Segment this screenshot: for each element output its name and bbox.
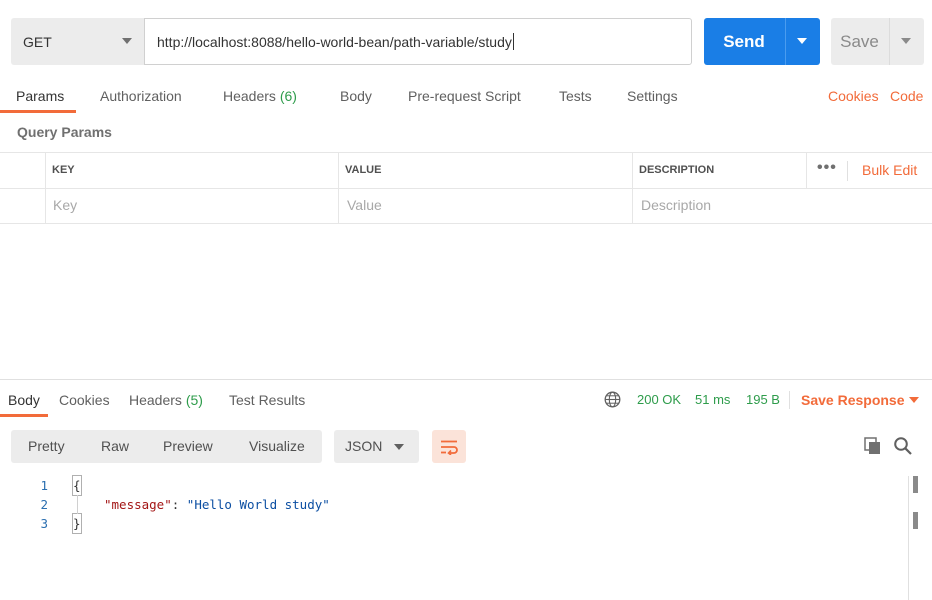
tab-params[interactable]: Params bbox=[0, 80, 77, 113]
request-bar: GET http://localhost:8088/hello-world-be… bbox=[11, 18, 924, 65]
save-response-chevron-icon[interactable] bbox=[909, 397, 919, 403]
tab-prerequest-label: Pre-request Script bbox=[408, 88, 521, 104]
tab-body-label: Body bbox=[340, 88, 372, 104]
query-params-title: Query Params bbox=[17, 124, 112, 140]
save-button[interactable]: Save bbox=[831, 18, 924, 65]
code-line: 1 { bbox=[0, 475, 900, 496]
column-header-key: KEY bbox=[52, 164, 75, 176]
scrollbar-marker bbox=[913, 512, 918, 529]
code-line: 2 "message": "Hello World study" bbox=[0, 495, 900, 514]
editor-scrollbar-track[interactable] bbox=[908, 476, 909, 600]
tab-authorization[interactable]: Authorization bbox=[100, 80, 182, 112]
response-time[interactable]: 51 ms bbox=[695, 384, 730, 416]
tab-prerequest-script[interactable]: Pre-request Script bbox=[408, 80, 521, 112]
wrap-lines-button[interactable] bbox=[432, 430, 466, 463]
chevron-down-icon bbox=[394, 444, 404, 450]
text-cursor bbox=[512, 33, 514, 50]
headers-count-badge: (6) bbox=[279, 88, 297, 104]
globe-icon[interactable] bbox=[604, 391, 621, 408]
line-number: 3 bbox=[40, 516, 48, 531]
tab-params-label: Params bbox=[16, 88, 65, 104]
response-size[interactable]: 195 B bbox=[746, 384, 780, 416]
view-preview-button[interactable]: Preview bbox=[163, 430, 213, 463]
method-select[interactable]: GET bbox=[11, 18, 144, 65]
column-header-value: VALUE bbox=[345, 164, 382, 176]
code-text: { bbox=[72, 475, 82, 496]
view-raw-button[interactable]: Raw bbox=[101, 430, 129, 463]
send-options-chevron-icon[interactable] bbox=[797, 38, 807, 44]
json-string-value: "Hello World study" bbox=[186, 497, 330, 512]
send-divider bbox=[785, 18, 786, 65]
url-input[interactable]: http://localhost:8088/hello-world-bean/p… bbox=[144, 18, 692, 65]
tab-response-headers-label: Headers bbox=[129, 392, 182, 408]
cookies-link-label: Cookies bbox=[828, 88, 879, 104]
tab-authorization-label: Authorization bbox=[100, 88, 182, 104]
search-icon[interactable] bbox=[893, 436, 913, 456]
tab-test-results[interactable]: Test Results bbox=[229, 384, 305, 416]
tab-tests-label: Tests bbox=[559, 88, 592, 104]
copy-icon[interactable] bbox=[863, 436, 883, 456]
column-divider bbox=[338, 153, 339, 224]
tab-response-cookies[interactable]: Cookies bbox=[59, 384, 110, 416]
code-line: 3 } bbox=[0, 513, 900, 534]
code-link-label: Code bbox=[890, 88, 924, 104]
wrap-lines-icon bbox=[441, 440, 458, 455]
scrollbar-marker bbox=[913, 476, 918, 493]
url-text: http://localhost:8088/hello-world-bean/p… bbox=[157, 33, 512, 50]
column-divider bbox=[632, 153, 633, 224]
tab-response-headers[interactable]: Headers (5) bbox=[129, 384, 203, 416]
line-number: 2 bbox=[40, 497, 48, 512]
tab-headers[interactable]: Headers (6) bbox=[223, 80, 297, 112]
bulk-edit-divider bbox=[847, 161, 848, 181]
status-code[interactable]: 200 OK bbox=[637, 384, 681, 416]
column-divider bbox=[806, 153, 807, 188]
send-button[interactable]: Send bbox=[704, 18, 820, 65]
table-header-row: KEY VALUE DESCRIPTION ••• Bulk Edit bbox=[0, 153, 932, 189]
json-key: "message" bbox=[104, 497, 172, 512]
view-visualize-button[interactable]: Visualize bbox=[249, 430, 305, 463]
tab-body[interactable]: Body bbox=[340, 80, 372, 112]
tab-response-body-label: Body bbox=[8, 392, 40, 408]
chevron-down-icon bbox=[122, 38, 132, 44]
method-label: GET bbox=[23, 33, 52, 50]
request-tabs: Params Authorization Headers (6) Body Pr… bbox=[0, 80, 932, 113]
line-number: 1 bbox=[40, 478, 48, 493]
view-pretty-button[interactable]: Pretty bbox=[28, 430, 65, 463]
column-divider bbox=[45, 153, 46, 224]
code-text: } bbox=[72, 513, 82, 534]
save-response-button[interactable]: Save Response bbox=[801, 384, 905, 416]
tab-tests[interactable]: Tests bbox=[559, 80, 592, 112]
format-select[interactable]: JSON bbox=[334, 430, 419, 463]
cookies-link[interactable]: Cookies bbox=[828, 80, 879, 112]
response-headers-count-badge: (5) bbox=[185, 392, 203, 408]
column-header-description: DESCRIPTION bbox=[639, 164, 715, 176]
indent-guide bbox=[77, 495, 78, 514]
tab-headers-label: Headers bbox=[223, 88, 276, 104]
send-label: Send bbox=[723, 31, 765, 51]
response-tabs: Body Cookies Headers (5) Test Results bbox=[0, 384, 932, 417]
tab-test-results-label: Test Results bbox=[229, 392, 306, 408]
tab-response-cookies-label: Cookies bbox=[59, 392, 110, 408]
param-description-input[interactable]: Description bbox=[635, 188, 925, 223]
save-label: Save bbox=[840, 31, 879, 51]
param-key-input[interactable]: Key bbox=[47, 188, 337, 223]
format-label: JSON bbox=[345, 438, 383, 454]
tab-settings-label: Settings bbox=[627, 88, 678, 104]
save-options-chevron-icon[interactable] bbox=[901, 38, 911, 44]
save-divider bbox=[889, 18, 890, 65]
response-pane-divider[interactable] bbox=[0, 379, 932, 380]
param-value-input[interactable]: Value bbox=[341, 188, 631, 223]
view-mode-switcher: Pretty Raw Preview Visualize bbox=[11, 430, 322, 463]
more-options-icon[interactable]: ••• bbox=[817, 153, 837, 188]
bulk-edit-button[interactable]: Bulk Edit bbox=[862, 153, 917, 188]
tab-settings[interactable]: Settings bbox=[627, 80, 678, 112]
json-separator: : bbox=[171, 497, 187, 512]
tab-response-body[interactable]: Body bbox=[0, 384, 48, 417]
code-text: "message": "Hello World study" bbox=[104, 495, 330, 514]
table-row: Key Value Description bbox=[0, 188, 932, 224]
query-params-table: KEY VALUE DESCRIPTION ••• Bulk Edit Key … bbox=[0, 152, 932, 224]
code-link[interactable]: Code bbox=[890, 80, 923, 112]
status-divider bbox=[789, 391, 790, 409]
